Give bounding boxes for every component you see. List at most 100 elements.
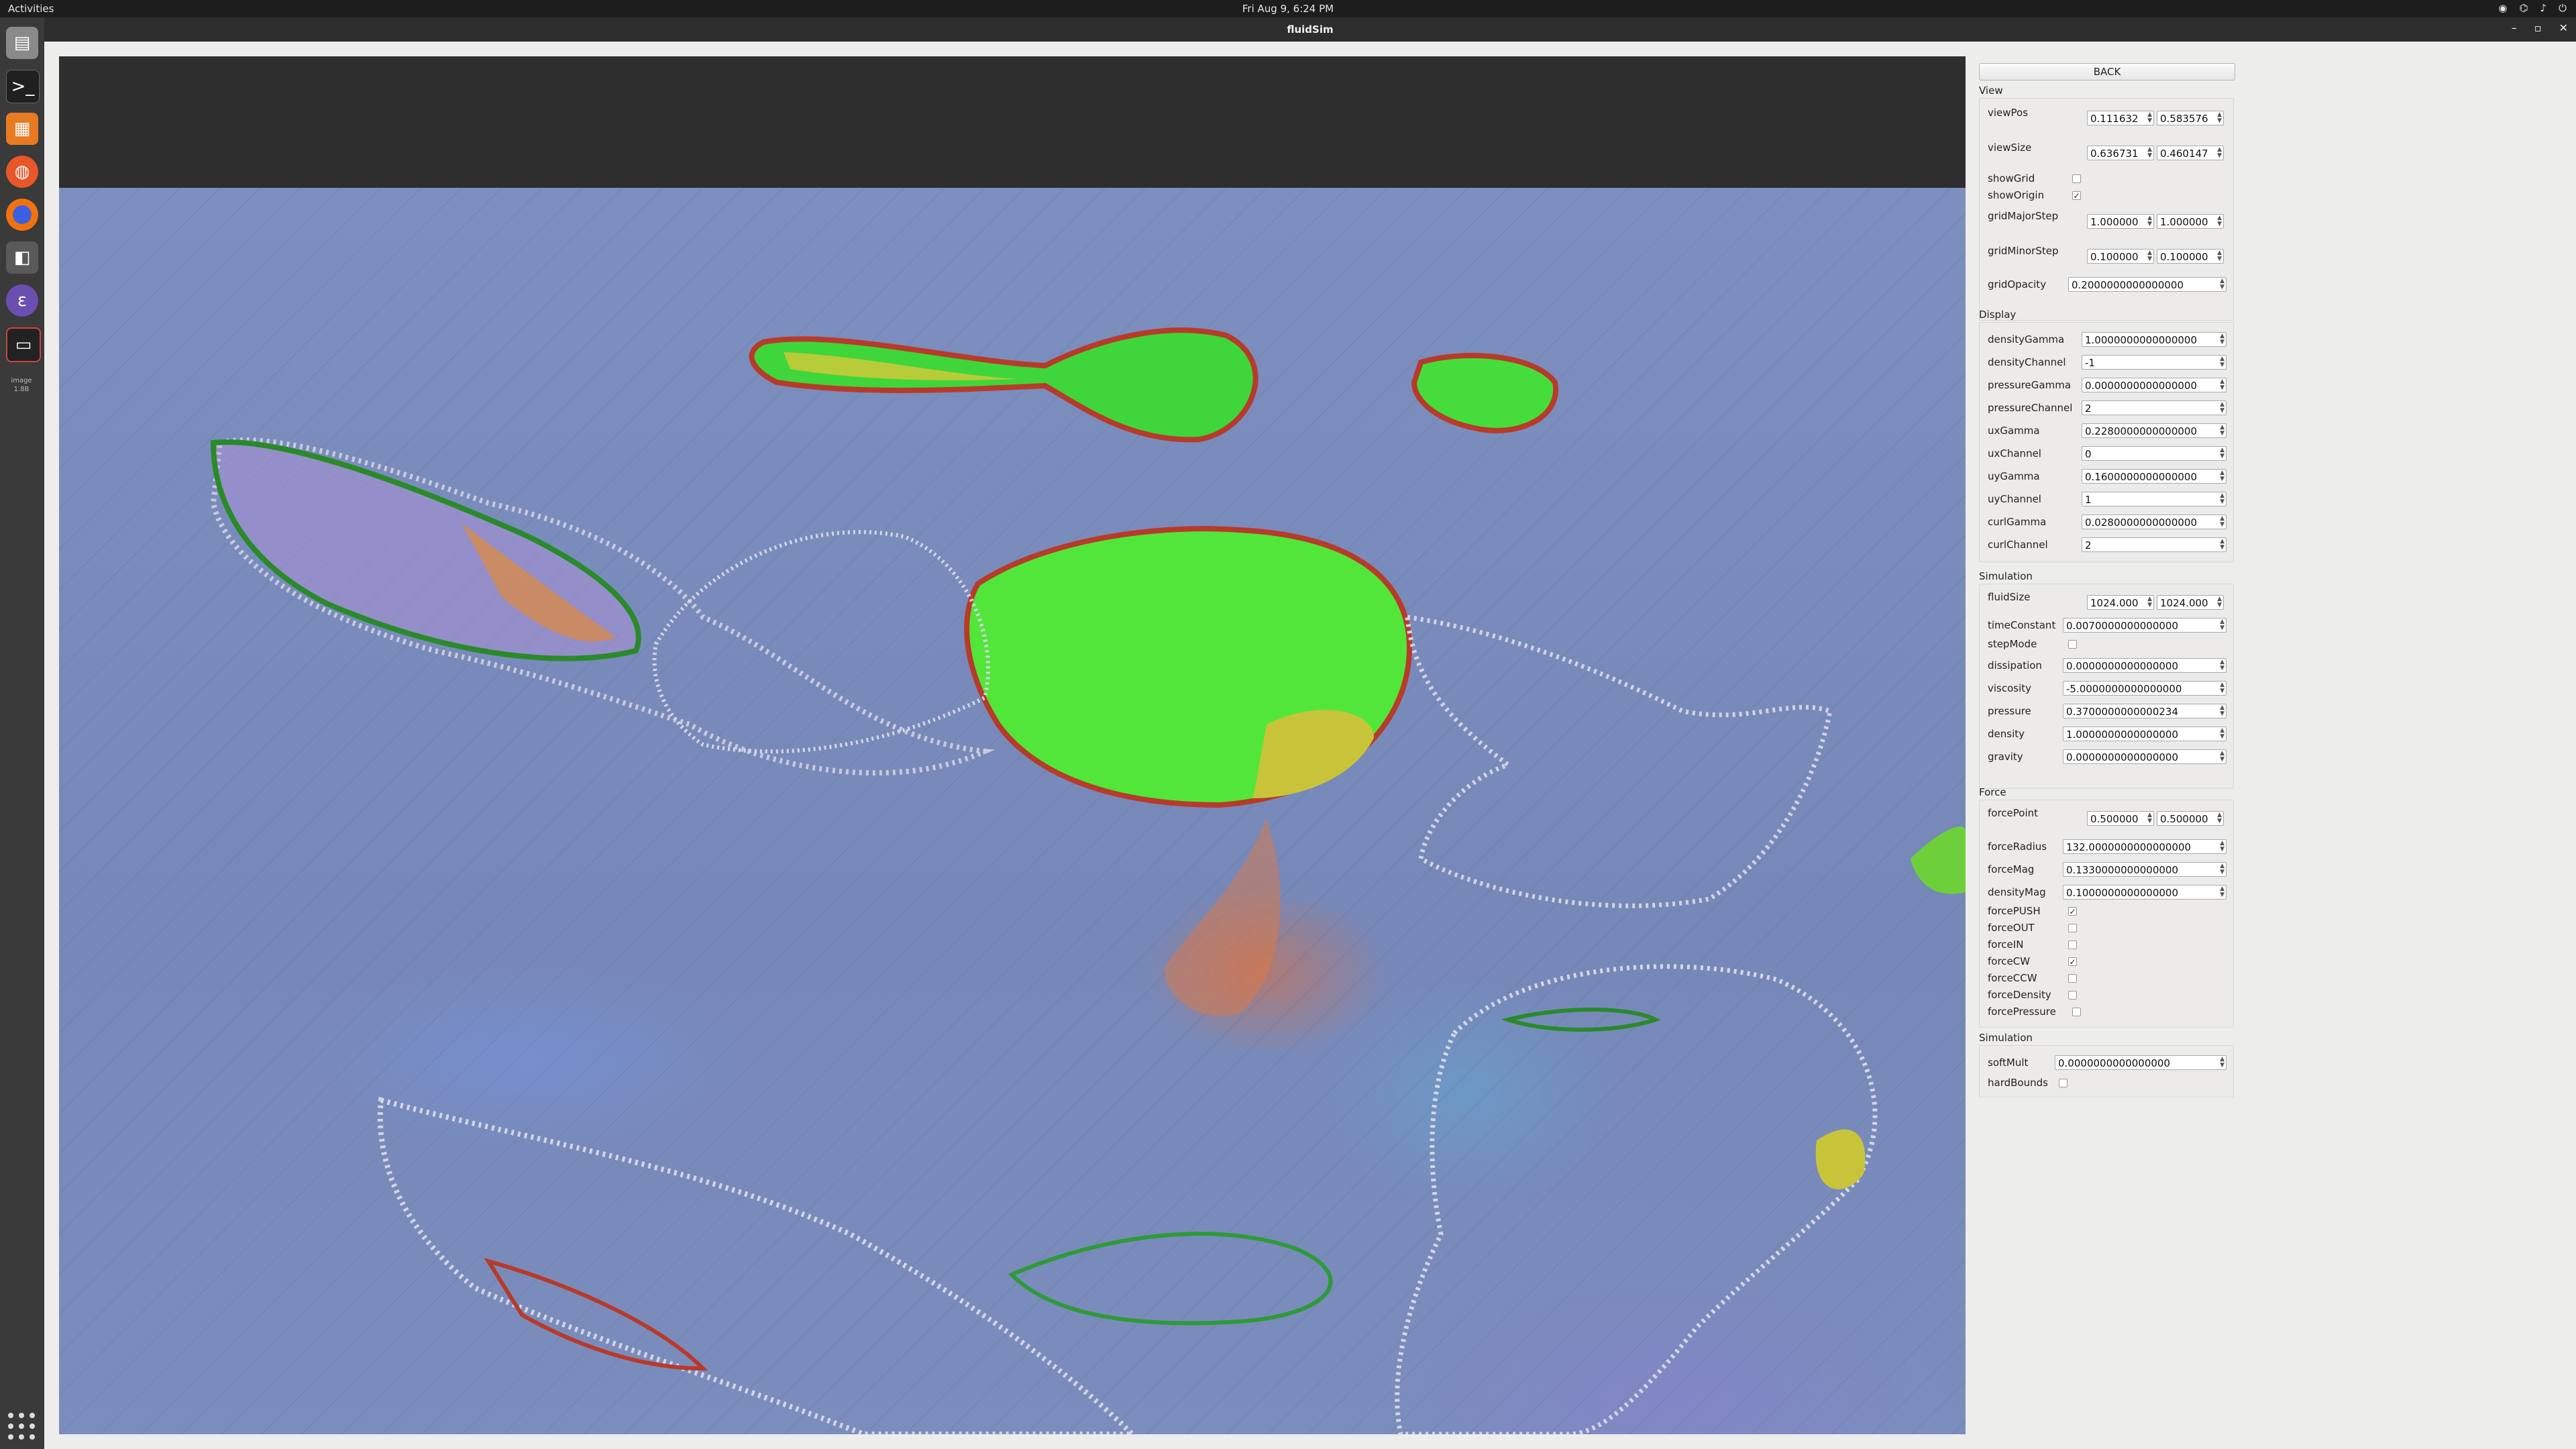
pressuregamma-spinbox[interactable]: 0.0000000000000000 ▲ ▼: [2082, 378, 2226, 392]
curlchannel-label: curlChannel: [1988, 539, 2048, 551]
fluidsim-window: BACK View viewPos 0.111632 ▲ ▼ 0.583576 ▲ ▼ …: [44, 42, 2576, 1449]
dock-image-label: image 1.8B: [11, 377, 32, 393]
image-viewer-icon[interactable]: ▭: [6, 327, 41, 362]
back-button[interactable]: BACK: [1979, 63, 2235, 80]
forcemag-spinbox[interactable]: 0.1330000000000000 ▲ ▼: [2063, 862, 2226, 877]
section-view-title: View: [1979, 85, 2003, 97]
uxgamma-spinbox[interactable]: 0.2280000000000000 ▲ ▼: [2082, 423, 2226, 438]
forcepoint-y-spinbox[interactable]: 0.500000 ▲ ▼: [2157, 811, 2224, 826]
screenshot-icon[interactable]: ◧: [6, 241, 38, 274]
stepmode-checkbox[interactable]: [2068, 640, 2077, 649]
densitymag-label: densityMag: [1988, 886, 2046, 898]
volume-icon[interactable]: ♪: [2540, 2, 2547, 14]
fluid-render: [59, 188, 1966, 1434]
fluidsize-x-spinbox[interactable]: 1024.000 ▲ ▼: [2087, 595, 2154, 610]
gridmajorstep-y-spinbox[interactable]: 1.000000 ▲ ▼: [2157, 214, 2224, 229]
terminal-icon[interactable]: >_: [6, 70, 40, 103]
stepmode-label: stepMode: [1988, 638, 2037, 650]
gridminorstep-y-spinbox[interactable]: 0.100000 ▲ ▼: [2157, 249, 2224, 264]
viscosity-spinbox[interactable]: -5.0000000000000000 ▲ ▼: [2063, 681, 2226, 696]
gridminorstep-label: gridMinorStep: [1988, 245, 2059, 257]
forcedensity-label: forceDensity: [1988, 989, 2051, 1001]
forcepoint-label: forcePoint: [1988, 807, 2039, 819]
forcedensity-checkbox[interactable]: [2068, 991, 2077, 1000]
forceout-checkbox[interactable]: [2068, 924, 2077, 932]
archive-icon[interactable]: ▦: [6, 113, 38, 145]
fluid-simulation-canvas[interactable]: [59, 188, 1966, 1434]
dissipation-spinbox[interactable]: 0.0000000000000000 ▲ ▼: [2063, 658, 2226, 673]
show-applications-button[interactable]: [8, 1413, 36, 1441]
gridmajorstep-label: gridMajorStep: [1988, 210, 2059, 222]
pressure-spinbox[interactable]: 0.3700000000000234 ▲ ▼: [2063, 704, 2226, 718]
forcein-label: forceIN: [1988, 938, 2024, 951]
curlgamma-label: curlGamma: [1988, 516, 2047, 528]
timeconstant-spinbox[interactable]: 0.0070000000000000 ▲ ▼: [2063, 618, 2226, 633]
window-titlebar[interactable]: fluidSim – ▫ ✕: [44, 17, 2576, 42]
forceradius-spinbox[interactable]: 132.0000000000000000 ▲ ▼: [2063, 839, 2226, 854]
section-simulation2-title: Simulation: [1979, 1032, 2033, 1044]
gridmajorstep-x-spinbox[interactable]: 1.000000 ▲ ▼: [2087, 214, 2154, 229]
fluidsize-y-spinbox[interactable]: 1024.000 ▲ ▼: [2157, 595, 2224, 610]
densitymag-spinbox[interactable]: 0.1000000000000000 ▲ ▼: [2063, 885, 2226, 900]
firefox-icon[interactable]: [6, 199, 38, 231]
pressurechannel-label: pressureChannel: [1988, 402, 2073, 414]
close-button[interactable]: ✕: [2559, 21, 2568, 34]
viewpos-x-spinbox[interactable]: 0.111632 ▲ ▼: [2087, 111, 2154, 125]
viewsize-y-spinbox[interactable]: 0.460147 ▲ ▼: [2157, 146, 2224, 160]
showorigin-checkbox[interactable]: ✓: [2072, 191, 2081, 201]
files-icon[interactable]: ▤: [6, 27, 38, 59]
emacs-icon[interactable]: ε: [6, 284, 38, 317]
forcecw-checkbox[interactable]: ✓: [2068, 957, 2077, 967]
pressure-label: pressure: [1988, 705, 2031, 717]
ubuntu-software-icon[interactable]: ◍: [6, 156, 38, 188]
display-group: densityGamma 1.0000000000000000 ▲ ▼ densit…: [1979, 322, 2234, 562]
gridopacity-label: gridOpacity: [1988, 278, 2047, 290]
uygamma-spinbox[interactable]: 0.1600000000000000 ▲ ▼: [2082, 469, 2226, 484]
maximize-button[interactable]: ▫: [2534, 21, 2542, 34]
forcecw-label: forceCW: [1988, 955, 2031, 967]
uychannel-label: uyChannel: [1988, 493, 2041, 505]
forcepressure-label: forcePressure: [1988, 1006, 2056, 1018]
pressuregamma-label: pressureGamma: [1988, 379, 2072, 391]
clock[interactable]: Fri Aug 9, 6:24 PM: [0, 3, 2576, 15]
viewport-empty-area[interactable]: [59, 56, 1966, 188]
minimize-button[interactable]: –: [2512, 21, 2517, 34]
density-label: density: [1988, 728, 2025, 740]
steam-icon[interactable]: ◉: [2498, 2, 2507, 14]
viewsize-x-spinbox[interactable]: 0.636731 ▲ ▼: [2087, 146, 2154, 160]
forcepush-checkbox[interactable]: ✓: [2068, 907, 2077, 916]
forcemag-label: forceMag: [1988, 863, 2035, 875]
curlgamma-spinbox[interactable]: 0.0280000000000000 ▲ ▼: [2082, 515, 2226, 529]
viewpos-y-spinbox[interactable]: 0.583576 ▲ ▼: [2157, 111, 2224, 125]
forcepoint-x-spinbox[interactable]: 0.500000 ▲ ▼: [2087, 811, 2154, 826]
showgrid-checkbox[interactable]: [2072, 174, 2081, 183]
densitygamma-spinbox[interactable]: 1.0000000000000000 ▲ ▼: [2082, 332, 2226, 347]
dock: ▤ >_ ▦ ◍ ◧ ε ▭ image 1.8B: [0, 17, 45, 1449]
gravity-spinbox[interactable]: 0.0000000000000000 ▲ ▼: [2063, 749, 2226, 764]
uxchannel-spinbox[interactable]: 0 ▲ ▼: [2082, 446, 2226, 461]
forcein-checkbox[interactable]: [2068, 941, 2077, 949]
uychannel-spinbox[interactable]: 1 ▲ ▼: [2082, 492, 2226, 506]
gravity-label: gravity: [1988, 751, 2023, 763]
densitychannel-label: densityChannel: [1988, 356, 2066, 368]
showgrid-label: showGrid: [1988, 172, 2035, 184]
density-spinbox[interactable]: 1.0000000000000000 ▲ ▼: [2063, 727, 2226, 741]
curlchannel-spinbox[interactable]: 2 ▲ ▼: [2082, 537, 2226, 552]
densitychannel-spinbox[interactable]: -1 ▲ ▼: [2082, 355, 2226, 370]
forcepush-label: forcePUSH: [1988, 905, 2041, 917]
simulation-group: fluidSize 1024.000 ▲ ▼ 1024.000 ▲ ▼ timeCons…: [1979, 584, 2234, 789]
forceccw-checkbox[interactable]: [2068, 974, 2077, 983]
network-icon[interactable]: ⌬: [2519, 2, 2528, 14]
hardbounds-checkbox[interactable]: [2059, 1079, 2068, 1087]
system-top-bar: Activities Fri Aug 9, 6:24 PM ◉ ⌬ ♪ ⏻: [0, 0, 2576, 17]
power-icon[interactable]: ⏻: [2559, 2, 2567, 14]
forcepressure-checkbox[interactable]: [2072, 1008, 2081, 1016]
showorigin-label: showOrigin: [1988, 189, 2045, 201]
uxgamma-label: uxGamma: [1988, 425, 2040, 437]
pressurechannel-spinbox[interactable]: 2 ▲ ▼: [2082, 400, 2226, 415]
system-tray[interactable]: ◉ ⌬ ♪ ⏻: [2498, 2, 2567, 14]
gridminorstep-x-spinbox[interactable]: 0.100000 ▲ ▼: [2087, 249, 2154, 264]
softmult-spinbox[interactable]: 0.0000000000000000 ▲ ▼: [2055, 1055, 2226, 1070]
gridopacity-spinbox[interactable]: 0.2000000000000000 ▲ ▼: [2068, 277, 2226, 292]
uxchannel-label: uxChannel: [1988, 447, 2041, 460]
